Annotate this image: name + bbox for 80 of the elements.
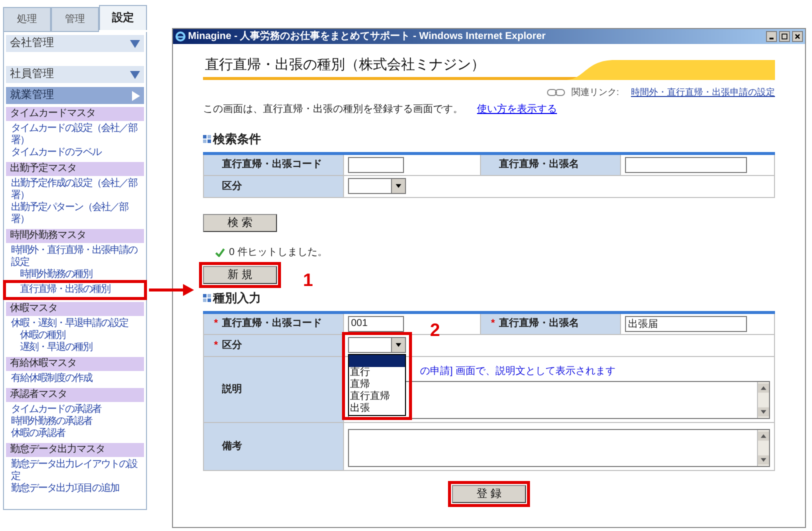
nav-tab[interactable]: 処理 bbox=[3, 7, 51, 32]
help-link[interactable]: 使い方を表示する bbox=[477, 102, 557, 116]
menu-link[interactable]: 休暇の種別 bbox=[6, 330, 144, 342]
callout-number: 1 bbox=[303, 270, 314, 288]
section-header: 休暇マスタ bbox=[6, 302, 144, 316]
required-mark: * bbox=[214, 338, 218, 352]
browser-icon bbox=[175, 31, 186, 42]
menu-header[interactable]: 社員管理 bbox=[6, 66, 144, 83]
text-field[interactable]: 001 bbox=[348, 316, 404, 332]
description-hint: の申請] 画面で、説明文として表示されます bbox=[420, 366, 616, 378]
section-header: 勤怠データ出力マスタ bbox=[6, 443, 144, 457]
section-title: 種別入力 bbox=[213, 290, 261, 306]
menu-link[interactable]: タイムカードの承認者 bbox=[6, 404, 144, 416]
field-label: 直行直帰・出張名 bbox=[498, 316, 579, 331]
field-label: 直行直帰・出張名 bbox=[498, 159, 579, 170]
dropdown-option[interactable]: 直行 bbox=[349, 367, 405, 379]
menu-link[interactable]: 勤怠データ出力レイアウトの設定 bbox=[6, 459, 144, 483]
field-label: 直行直帰・出張コード bbox=[221, 159, 322, 170]
field-label: 区分 bbox=[222, 338, 242, 352]
menu-link[interactable]: 有給休暇制度の作成 bbox=[6, 373, 144, 385]
dropdown-option[interactable]: 出張 bbox=[349, 403, 405, 415]
new-button[interactable]: 新 規 bbox=[203, 266, 277, 284]
dropdown-option[interactable]: 直帰 bbox=[349, 379, 405, 391]
section-bullet-icon bbox=[203, 294, 211, 302]
menu-link[interactable]: 休暇の承認者 bbox=[6, 428, 144, 440]
menu-link[interactable]: 時間外勤務の種別 bbox=[6, 269, 144, 281]
field-label: 区分 bbox=[221, 180, 242, 192]
section-header: 有給休暇マスタ bbox=[6, 357, 144, 371]
intro-text: この画面は、直行直帰・出張の種別を登録する画面です。 bbox=[203, 102, 463, 116]
field-label: 説明 bbox=[220, 384, 242, 394]
menu-link[interactable]: 遅刻・早退の種別 bbox=[6, 342, 144, 354]
maximize-icon[interactable] bbox=[779, 31, 790, 42]
text-area[interactable] bbox=[348, 428, 770, 466]
section-title: 検索条件 bbox=[213, 130, 261, 148]
section-header: 承認者マスタ bbox=[6, 388, 144, 402]
field-label: 備考 bbox=[220, 440, 242, 452]
section-header: 出勤予定マスタ bbox=[6, 162, 144, 176]
dropdown-field[interactable] bbox=[348, 178, 406, 194]
checkmark-icon bbox=[215, 248, 225, 256]
menu-link[interactable]: タイムカードのラベル bbox=[6, 147, 144, 159]
menu-link[interactable]: 勤怠データ出力項目の追加 bbox=[6, 483, 144, 495]
section-header: タイムカードマスタ bbox=[6, 107, 144, 121]
menu-header[interactable]: 就業管理 bbox=[6, 87, 144, 104]
required-mark: * bbox=[491, 317, 495, 331]
menu-label: 会社管理 bbox=[10, 36, 54, 52]
field-label: 直行直帰・出張コード bbox=[222, 316, 322, 331]
menu-link[interactable]: 休暇・遅刻・早退申請の設定 bbox=[6, 318, 144, 330]
text-field[interactable]: 出張届 bbox=[625, 316, 747, 332]
minimize-icon[interactable] bbox=[766, 31, 777, 42]
result-message: 0 件ヒットしました。 bbox=[229, 246, 328, 260]
register-button[interactable]: 登 録 bbox=[452, 484, 526, 502]
dropdown-field[interactable] bbox=[348, 337, 406, 353]
menu-label: 社員管理 bbox=[10, 67, 54, 82]
link-chain-icon bbox=[547, 89, 566, 96]
menu-link[interactable]: 時間外勤務の承認者 bbox=[6, 416, 144, 428]
menu-link[interactable]: 出勤予定作成の設定（会社／部署） bbox=[6, 178, 144, 202]
window-title: Minagine - 人事労務のお仕事をまとめてサポート - Windows Internet Explorer bbox=[188, 30, 547, 44]
menu-link[interactable]: 時間外・直行直帰・出張申請の設定 bbox=[6, 245, 144, 269]
section-header: 時間外勤務マスタ bbox=[6, 229, 144, 243]
text-field[interactable] bbox=[348, 156, 404, 172]
page-heading: 直行直帰・出張の種別（株式会社ミナジン） bbox=[204, 55, 485, 74]
scrollbar-drawing bbox=[757, 430, 769, 466]
related-links-label: 関連リンク: bbox=[571, 86, 619, 99]
menu-link[interactable]: 出勤予定パターン（会社／部署） bbox=[6, 202, 144, 226]
menu-header[interactable]: 会社管理 bbox=[6, 35, 144, 52]
menu-label: 就業管理 bbox=[10, 88, 54, 104]
required-mark: * bbox=[214, 317, 218, 331]
nav-tab[interactable]: 設定 bbox=[99, 5, 147, 30]
section-bullet-icon bbox=[203, 134, 211, 142]
dropdown-menu[interactable]: 直行 直帰 直行直帰 出張 bbox=[348, 354, 406, 416]
close-icon[interactable] bbox=[792, 31, 803, 42]
menu-link[interactable]: タイムカードの設定（会社／部署） bbox=[6, 123, 144, 147]
nav-tab[interactable]: 管理 bbox=[51, 7, 99, 32]
search-button[interactable]: 検 索 bbox=[203, 214, 277, 232]
pointer-arrow bbox=[149, 283, 195, 297]
text-field[interactable] bbox=[625, 156, 747, 172]
dropdown-option[interactable]: 直行直帰 bbox=[349, 391, 405, 403]
scrollbar-drawing bbox=[757, 382, 769, 418]
callout-number: 2 bbox=[430, 321, 440, 339]
related-link[interactable]: 時間外・直行直帰・出張申請の設定 bbox=[631, 86, 775, 100]
